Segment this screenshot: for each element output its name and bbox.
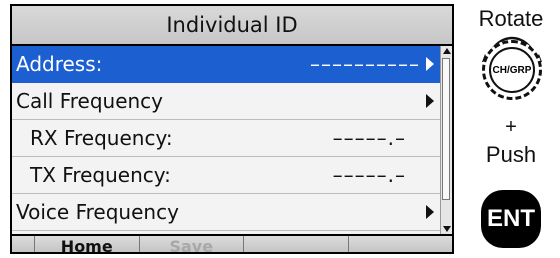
chevron-right-icon xyxy=(426,57,434,71)
push-label: Push xyxy=(485,142,537,167)
menu-list: Address: –––––––––– Call Frequency RX Fr… xyxy=(12,46,440,234)
radio-lcd-display: Individual ID Address: –––––––––– Call F… xyxy=(10,4,454,254)
softkey-blank-left[interactable] xyxy=(12,236,35,252)
menu-item-value: –––––.– xyxy=(332,163,406,187)
menu-item-call-frequency[interactable]: Call Frequency xyxy=(12,83,440,120)
menu-item-value: –––––.– xyxy=(332,126,406,150)
scroll-up-icon[interactable] xyxy=(443,48,451,54)
rotate-arrows-icon: CH/GRP xyxy=(476,34,548,106)
chevron-right-icon xyxy=(426,205,434,219)
control-hint-panel: Rotate CH/GRP + Push ENT xyxy=(462,0,560,258)
plus-label: + xyxy=(505,116,517,138)
menu-item-address[interactable]: Address: –––––––––– xyxy=(12,46,440,83)
menu-item-value: –––––––––– xyxy=(310,52,420,76)
softkey-blank-4[interactable] xyxy=(348,236,452,252)
scrollbar[interactable] xyxy=(440,46,452,234)
softkey-blank-3[interactable] xyxy=(244,236,349,252)
menu-item-label: Address: xyxy=(16,52,103,76)
menu-item-rx-frequency[interactable]: RX Frequency: –––––.– xyxy=(12,120,440,157)
menu-item-label: Voice Frequency xyxy=(16,200,179,224)
menu-item-tx-frequency[interactable]: TX Frequency: –––––.– xyxy=(12,157,440,194)
scroll-thumb[interactable] xyxy=(442,58,450,200)
knob-label: CH/GRP xyxy=(489,47,535,93)
scroll-down-icon[interactable] xyxy=(443,226,451,232)
softkey-bar: Home Save xyxy=(12,234,452,252)
ent-button[interactable]: ENT xyxy=(481,190,541,248)
softkey-save[interactable]: Save xyxy=(139,236,244,252)
ch-grp-knob[interactable]: CH/GRP xyxy=(482,40,542,100)
menu-item-label: TX Frequency: xyxy=(30,163,171,187)
chevron-right-icon xyxy=(426,94,434,108)
softkey-home[interactable]: Home xyxy=(35,236,140,252)
rotate-label: Rotate xyxy=(478,6,544,31)
screen-title: Individual ID xyxy=(12,6,452,46)
menu-item-label: Call Frequency xyxy=(16,89,164,113)
menu-item-label: RX Frequency: xyxy=(30,126,173,150)
menu-item-voice-frequency[interactable]: Voice Frequency xyxy=(12,194,440,231)
